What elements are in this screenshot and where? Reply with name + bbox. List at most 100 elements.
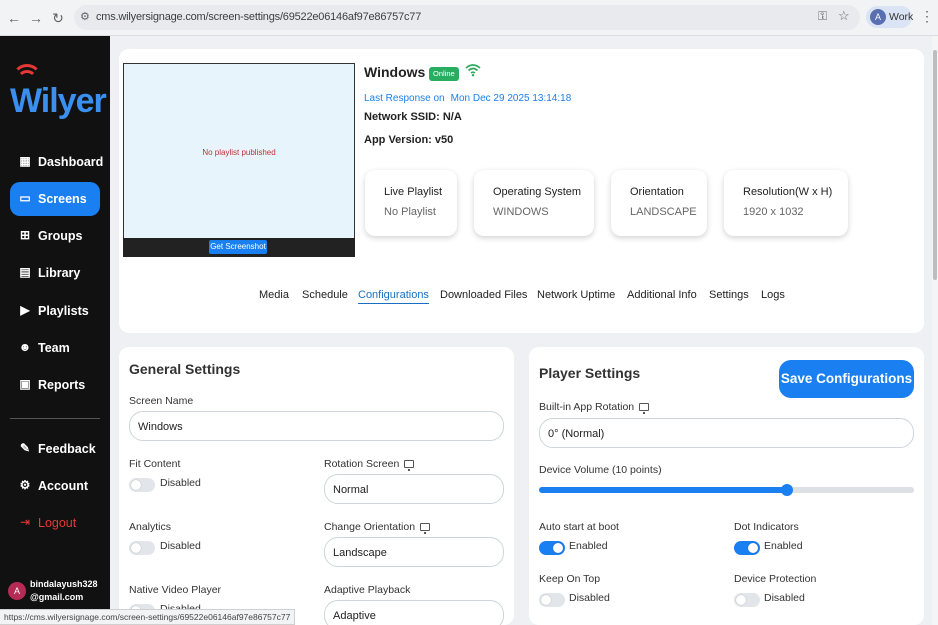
sidebar-item-screens[interactable]: ▭ Screens (10, 182, 100, 216)
sidebar-item-dashboard[interactable]: ▦ Dashboard (10, 145, 103, 179)
tab-network-uptime[interactable]: Network Uptime (537, 289, 615, 301)
link-status-bar: https://cms.wilyersignage.com/screen-set… (0, 609, 296, 625)
last-response: Last Response on Mon Dec 29 2025 13:14:18 (364, 93, 571, 104)
sidebar-item-label: Logout (38, 516, 77, 530)
monitor-icon (404, 460, 415, 471)
tab-settings[interactable]: Settings (709, 289, 749, 301)
device-overview-panel: No playlist published Get Screenshot Win… (119, 49, 924, 333)
keep-on-top-toggle[interactable] (539, 593, 565, 607)
sidebar-item-library[interactable]: ▤ Library (10, 256, 100, 290)
back-icon[interactable]: ← (4, 8, 24, 28)
stat-card-live-playlist: Live Playlist No Playlist (365, 170, 457, 236)
forward-icon[interactable]: → (26, 8, 46, 28)
app-rotation-select[interactable]: 0° (Normal) (539, 418, 914, 448)
volume-knob[interactable] (780, 484, 793, 496)
sidebar-item-reports[interactable]: ▣ Reports (10, 368, 100, 402)
dot-indicators-toggle[interactable] (734, 541, 760, 555)
reports-icon: ▣ (19, 377, 31, 391)
sidebar-item-groups[interactable]: ⊞ Groups (10, 219, 100, 253)
tab-logs[interactable]: Logs (761, 289, 785, 301)
analytics-toggle[interactable] (129, 541, 155, 555)
monitor-icon (420, 523, 431, 534)
dot-indicators-label: Dot Indicators (734, 521, 799, 533)
playlist-icon: ▶ (20, 303, 30, 317)
stat-title: Orientation (630, 186, 684, 198)
sidebar: Wilyer ▦ Dashboard ▭ Screens ⊞ Groups ▤ … (0, 36, 110, 625)
bookmark-star-icon[interactable]: ☆ (838, 8, 850, 24)
sidebar-divider (10, 418, 100, 419)
stat-title: Resolution(W x H) (743, 186, 833, 198)
player-settings-panel: Player Settings Save Configurations Buil… (529, 347, 924, 625)
gear-icon: ⚙ (19, 478, 31, 492)
page-scrollbar[interactable] (932, 36, 938, 625)
stat-card-operating-system: Operating System WINDOWS (474, 170, 594, 236)
stat-value: WINDOWS (493, 206, 549, 218)
get-screenshot-button[interactable]: Get Screenshot (209, 240, 267, 254)
device-volume-label: Device Volume (10 points) (539, 464, 662, 476)
browser-menu-icon[interactable]: ⋮ (920, 8, 934, 25)
adaptive-playback-select[interactable]: Adaptive (324, 600, 504, 625)
screen-icon: ▭ (19, 191, 31, 205)
dot-indicators-state: Enabled (764, 540, 803, 552)
profile-button[interactable]: A Work (866, 6, 913, 28)
sidebar-item-account[interactable]: ⚙ Account (10, 469, 100, 503)
app-version: App Version: v50 (364, 134, 454, 146)
app-rotation-value: 0° (Normal) (548, 428, 605, 440)
sidebar-item-label: Team (38, 341, 70, 355)
change-orientation-value: Landscape (333, 547, 387, 559)
device-volume-slider[interactable] (539, 484, 914, 496)
logout-icon: ⇥ (19, 515, 31, 529)
sidebar-item-logout[interactable]: ⇥ Logout (10, 506, 100, 540)
sidebar-item-label: Groups (38, 229, 83, 243)
scrollbar-thumb[interactable] (933, 50, 937, 280)
screen-name-input[interactable]: Windows (129, 411, 504, 441)
keep-on-top-label: Keep On Top (539, 573, 601, 585)
tab-configurations[interactable]: Configurations (358, 289, 429, 304)
general-settings-panel: General Settings Screen Name Windows Fit… (119, 347, 514, 625)
tab-media[interactable]: Media (259, 289, 289, 301)
site-info-icon[interactable]: ⚙ (80, 10, 90, 23)
auto-start-state: Enabled (569, 540, 608, 552)
player-settings-title: Player Settings (539, 365, 641, 381)
device-protection-toggle[interactable] (734, 593, 760, 607)
sidebar-item-team[interactable]: ☻ Team (10, 331, 100, 365)
fit-content-state: Disabled (160, 477, 201, 489)
volume-fill (539, 487, 787, 493)
fit-content-toggle[interactable] (129, 478, 155, 492)
profile-avatar: A (870, 9, 886, 25)
sidebar-item-label: Reports (38, 378, 86, 392)
tab-schedule[interactable]: Schedule (302, 289, 348, 301)
wifi-icon (465, 63, 483, 81)
save-configurations-button[interactable]: Save Configurations (779, 360, 914, 398)
device-protection-state: Disabled (764, 592, 805, 604)
browser-toolbar: ← → ↻ ⚙ cms.wilyersignage.com/screen-set… (0, 0, 938, 36)
last-response-label: Last Response on (364, 93, 445, 104)
stat-title: Live Playlist (384, 186, 443, 198)
stat-value: LANDSCAPE (630, 206, 697, 218)
dashboard-icon: ▦ (19, 154, 31, 168)
change-orientation-label: Change Orientation (324, 521, 431, 534)
wilyer-logo[interactable]: Wilyer (10, 62, 107, 124)
adaptive-playback-label: Adaptive Playback (324, 584, 411, 596)
preview-footer: Get Screenshot (123, 238, 355, 257)
sidebar-item-label: Playlists (38, 304, 89, 318)
device-protection-label: Device Protection (734, 573, 817, 585)
tab-downloaded-files[interactable]: Downloaded Files (440, 289, 527, 301)
screen-name-label: Screen Name (129, 395, 194, 407)
tab-additional-info[interactable]: Additional Info (627, 289, 697, 301)
address-bar[interactable]: ⚙ cms.wilyersignage.com/screen-settings/… (74, 5, 860, 30)
rotation-screen-select[interactable]: Normal (324, 474, 504, 504)
stat-card-orientation: Orientation LANDSCAPE (611, 170, 707, 236)
change-orientation-select[interactable]: Landscape (324, 537, 504, 567)
stat-card-resolution: Resolution(W x H) 1920 x 1032 (724, 170, 848, 236)
fit-content-label: Fit Content (129, 458, 181, 470)
auto-start-toggle[interactable] (539, 541, 565, 555)
address-url[interactable]: cms.wilyersignage.com/screen-settings/69… (96, 11, 421, 23)
password-key-icon[interactable]: ⚿ (818, 9, 827, 24)
sidebar-item-playlists[interactable]: ▶ Playlists (10, 294, 100, 328)
rotation-screen-value: Normal (333, 484, 369, 496)
user-account[interactable]: A bindalayush328@gmail.com (8, 576, 108, 606)
change-orientation-label-text: Change Orientation (324, 521, 416, 533)
sidebar-item-feedback[interactable]: ✎ Feedback (10, 432, 100, 466)
reload-icon[interactable]: ↻ (48, 8, 68, 28)
